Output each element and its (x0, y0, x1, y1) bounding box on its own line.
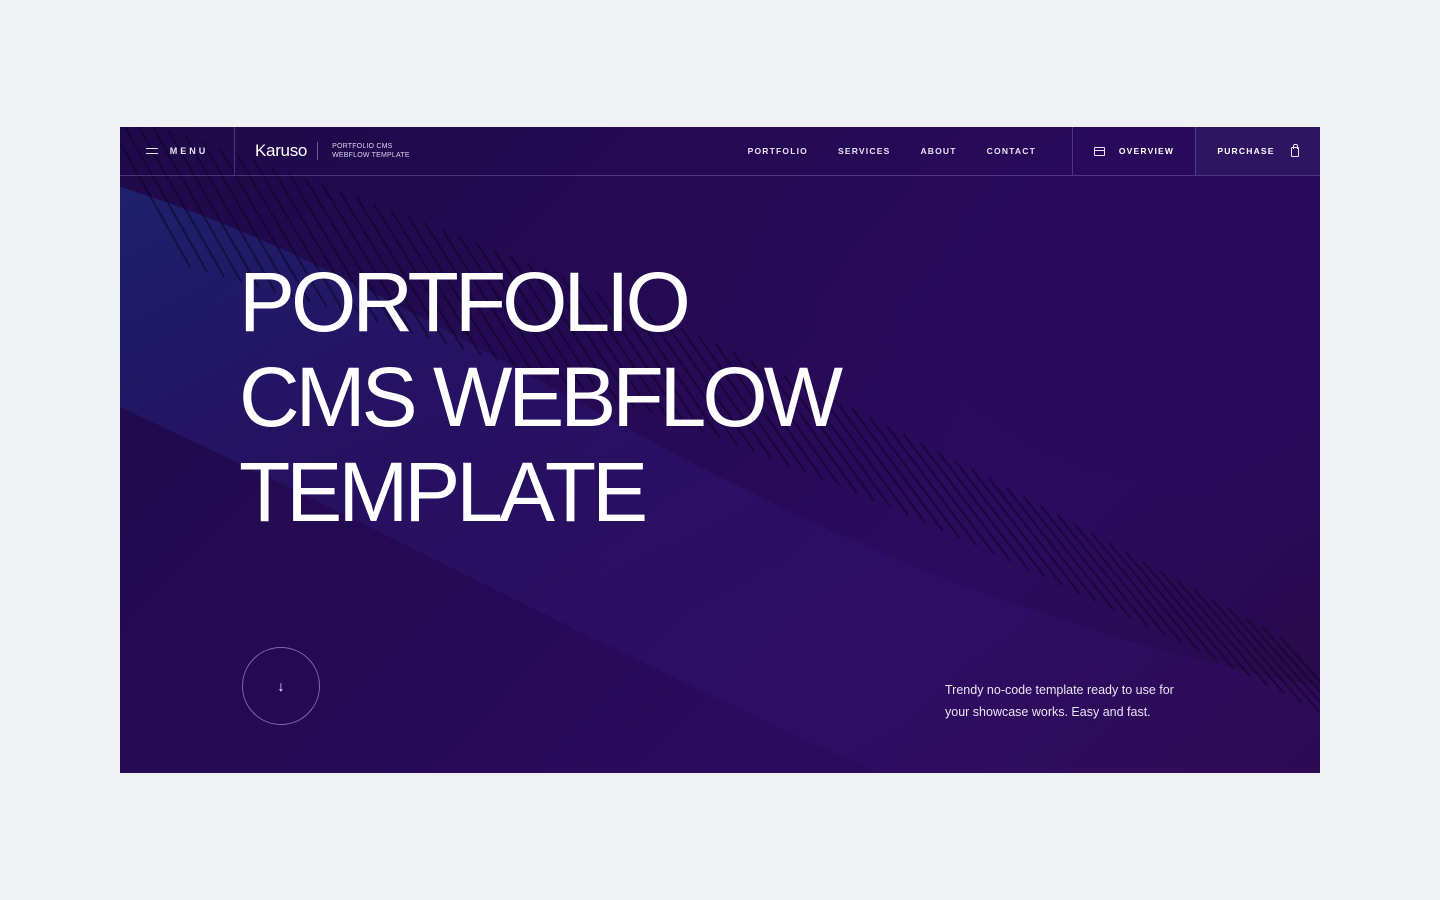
arrow-down-icon: ↓ (277, 678, 285, 694)
overview-button[interactable]: OVERVIEW (1072, 127, 1195, 175)
tagline: PORTFOLIO CMS WEBFLOW TEMPLATE (318, 142, 410, 160)
hero-title: PORTFOLIO CMS WEBFLOW TEMPLATE (239, 255, 843, 540)
card-icon (1093, 146, 1105, 156)
nav-links: PORTFOLIO SERVICES ABOUT CONTACT (748, 127, 1072, 175)
hero-title-line-1: PORTFOLIO (239, 255, 691, 349)
hero-section: MENU Karuso PORTFOLIO CMS WEBFLOW TEMPLA… (120, 127, 1320, 773)
hero-title-line-2: CMS WEBFLOW (239, 350, 843, 444)
hero-description: Trendy no-code template ready to use for… (945, 683, 1174, 719)
top-navigation: MENU Karuso PORTFOLIO CMS WEBFLOW TEMPLA… (120, 127, 1320, 176)
bag-icon (1290, 144, 1299, 157)
purchase-button[interactable]: PURCHASE (1195, 127, 1320, 175)
nav-link-about[interactable]: ABOUT (920, 146, 956, 156)
purchase-label: PURCHASE (1217, 146, 1275, 156)
logo[interactable]: Karuso (255, 142, 319, 160)
brand[interactable]: Karuso PORTFOLIO CMS WEBFLOW TEMPLATE (235, 127, 410, 175)
nav-link-portfolio[interactable]: PORTFOLIO (748, 146, 808, 156)
nav-link-contact[interactable]: CONTACT (987, 146, 1036, 156)
hamburger-icon (145, 148, 158, 154)
nav-link-services[interactable]: SERVICES (838, 146, 890, 156)
tagline-line-2: WEBFLOW TEMPLATE (332, 152, 410, 159)
menu-button[interactable]: MENU (120, 127, 235, 175)
overview-label: OVERVIEW (1118, 146, 1175, 156)
scroll-down-button[interactable]: ↓ (242, 647, 320, 725)
tagline-line-1: PORTFOLIO CMS (332, 143, 393, 150)
menu-label: MENU (169, 146, 209, 156)
hero-title-line-3: TEMPLATE (239, 445, 648, 539)
